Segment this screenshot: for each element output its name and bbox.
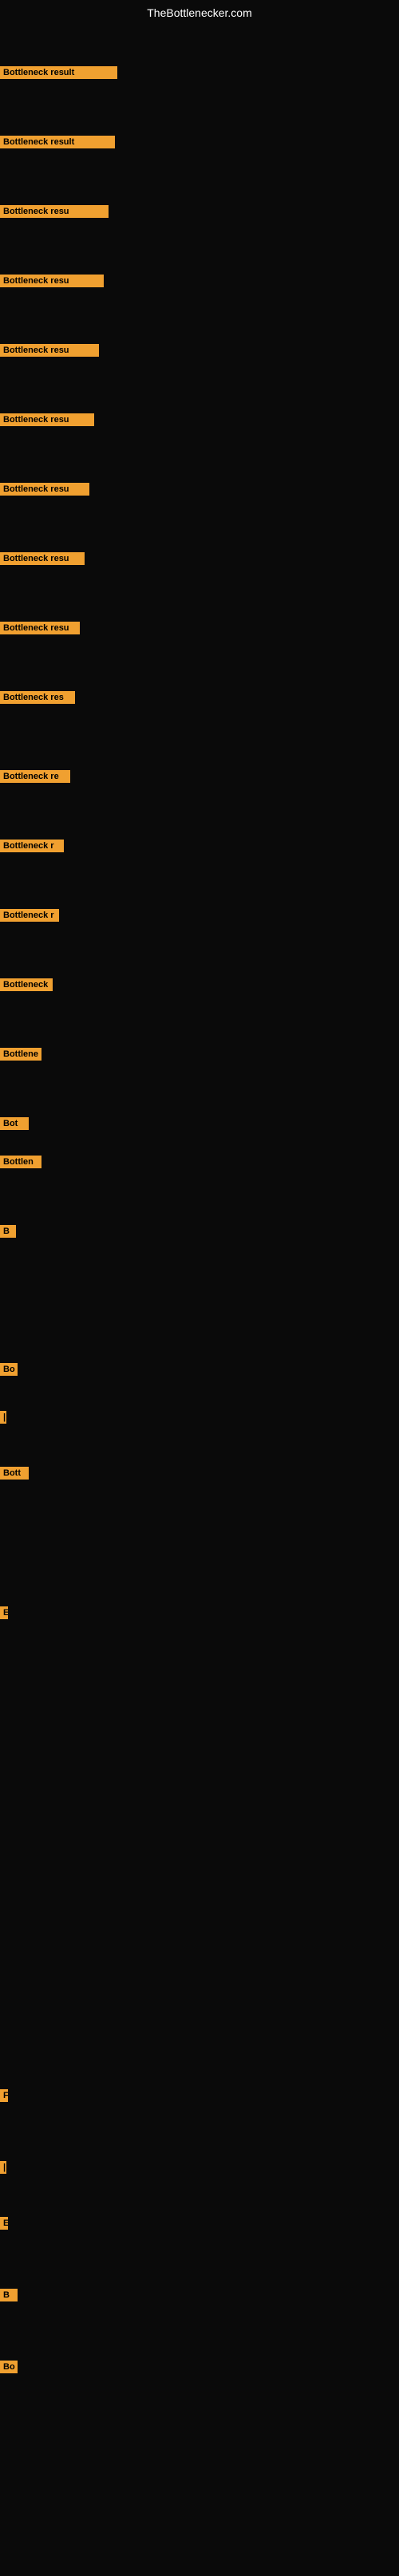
- bottleneck-bar-12: Bottleneck r: [0, 840, 64, 852]
- bottleneck-bar-9: Bottleneck resu: [0, 622, 80, 634]
- bottleneck-bar-13: Bottleneck r: [0, 909, 59, 922]
- bottleneck-bar-24: |: [0, 2161, 6, 2174]
- bottleneck-bar-6: Bottleneck resu: [0, 413, 94, 426]
- bottleneck-bar-18: B: [0, 1225, 16, 1238]
- site-title: TheBottlenecker.com: [0, 0, 399, 22]
- bottleneck-bar-21: Bott: [0, 1467, 29, 1480]
- bottleneck-bar-26: B: [0, 2289, 18, 2301]
- bottleneck-bar-16: Bot: [0, 1117, 29, 1130]
- bottleneck-bar-8: Bottleneck resu: [0, 552, 85, 565]
- bottleneck-bar-15: Bottlene: [0, 1048, 41, 1061]
- bottleneck-bar-7: Bottleneck resu: [0, 483, 89, 496]
- bottleneck-bar-4: Bottleneck resu: [0, 275, 104, 287]
- bottleneck-bar-3: Bottleneck resu: [0, 205, 109, 218]
- bottleneck-bar-5: Bottleneck resu: [0, 344, 99, 357]
- bottleneck-bar-14: Bottleneck: [0, 978, 53, 991]
- bottleneck-bar-2: Bottleneck result: [0, 136, 115, 148]
- bottleneck-bar-10: Bottleneck res: [0, 691, 75, 704]
- bottleneck-bar-17: Bottlen: [0, 1156, 41, 1168]
- bottleneck-bar-20: |: [0, 1411, 6, 1424]
- bottleneck-bar-11: Bottleneck re: [0, 770, 70, 783]
- bottleneck-bar-1: Bottleneck result: [0, 66, 117, 79]
- bottleneck-bar-19: Bo: [0, 1363, 18, 1376]
- bottleneck-bar-25: E: [0, 2217, 8, 2230]
- bottleneck-bar-22: E: [0, 1606, 8, 1619]
- bottleneck-bar-27: Bo: [0, 2361, 18, 2373]
- bottleneck-bar-23: F: [0, 2089, 8, 2102]
